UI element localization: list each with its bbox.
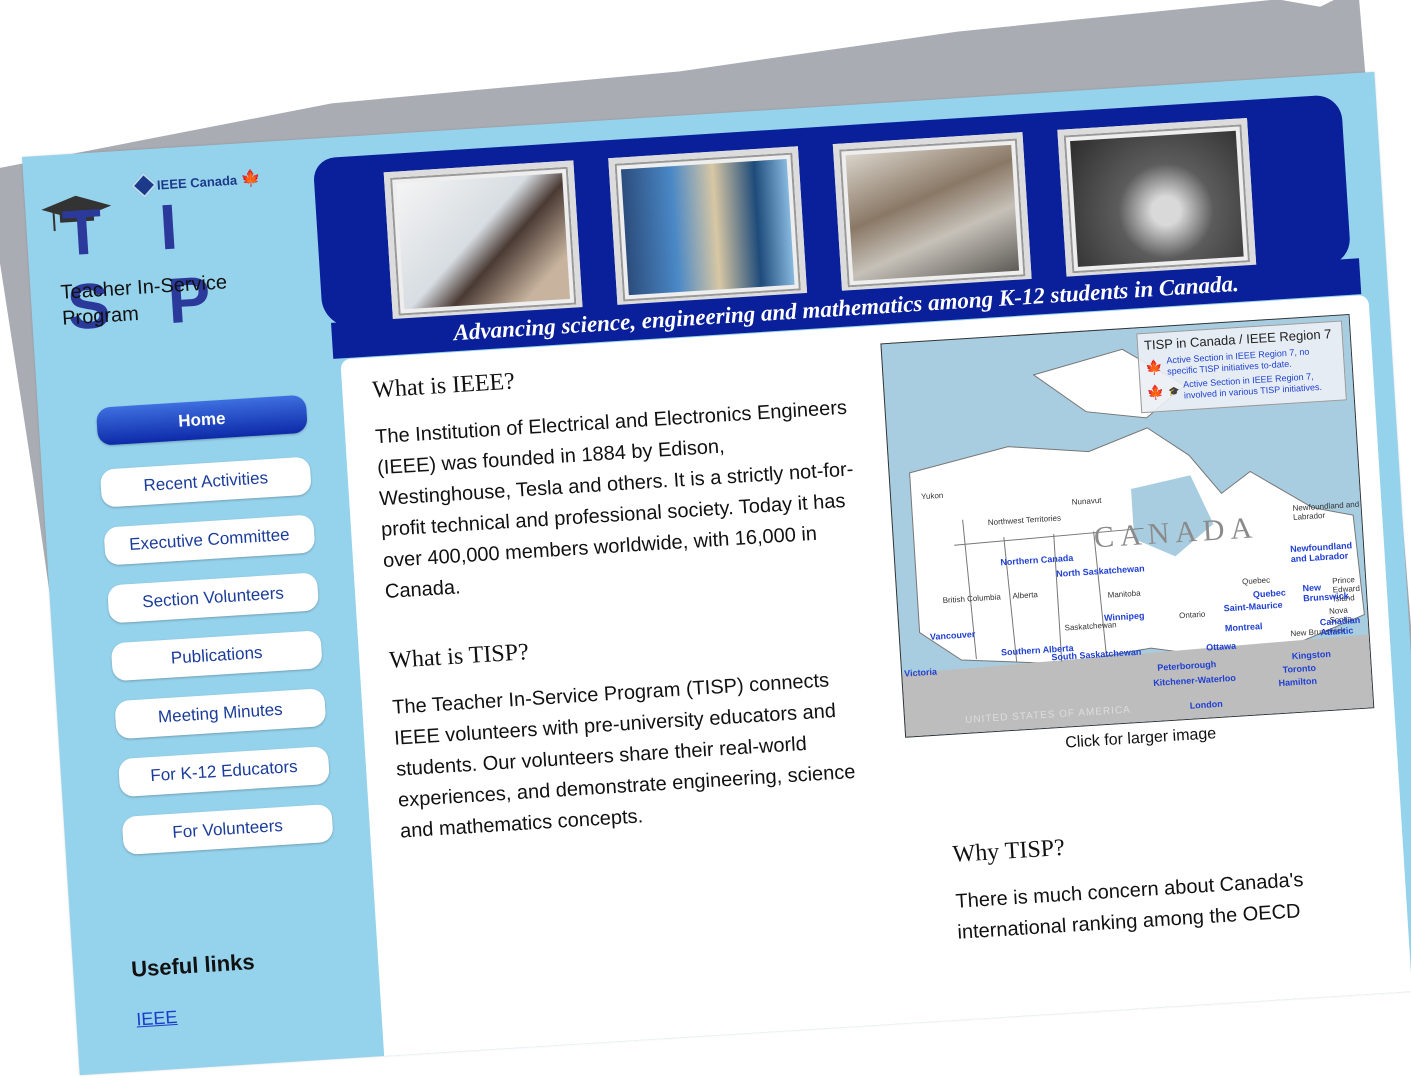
prov-quebec: Quebec [1241,575,1271,587]
nav-section-volunteers[interactable]: Section Volunteers [107,572,320,624]
nav-home[interactable]: Home [95,394,308,446]
left-column: What is IEEE? The Institution of Electri… [372,347,883,887]
main-nav: Home Recent Activities Executive Committ… [95,394,335,875]
city-ottawa: Ottawa [1205,640,1237,653]
main-content: What is IEEE? The Institution of Electri… [340,294,1411,1076]
prov-nunavut: Nunavut [1071,495,1102,507]
why-heading: Why TISP? [951,834,1066,868]
web-page: IEEE Canada 🍁 T I S P Teacher In-Service… [22,71,1411,1076]
banner-photo-telescope [383,160,583,323]
prov-alberta: Alberta [1012,590,1039,601]
mortarboard-icon: 🎓 [1168,385,1180,396]
useful-links-heading: Useful links [130,949,256,982]
why-paragraph: There is much concern about Canada's int… [954,868,1305,944]
city-victoria: Victoria [903,666,938,679]
map-legend: TISP in Canada / IEEE Region 7 🍁 Active … [1136,320,1347,414]
ieee-paragraph: The Institution of Electrical and Electr… [374,396,854,604]
city-toronto: Toronto [1282,662,1317,675]
useful-link-ieee[interactable]: IEEE [136,1007,178,1031]
city-london: London [1189,698,1224,711]
tisp-paragraph: The Teacher In-Service Program (TISP) co… [391,669,857,843]
city-quebec: Quebec [1252,587,1287,600]
tisp-logo[interactable]: IEEE Canada 🍁 T I S P [39,160,295,343]
maple-leaf-icon: 🍁 [1146,383,1165,401]
nav-meeting-minutes[interactable]: Meeting Minutes [114,688,327,740]
canada-map-image[interactable]: CANADA UNITED STATES OF AMERICA Yukon No… [880,313,1375,738]
city-new-brunswick: New Brunswick [1302,582,1349,604]
maple-leaf-icon: 🍁 [1144,358,1164,376]
nav-publications[interactable]: Publications [110,630,323,682]
subtitle-line2: Program [61,302,140,330]
city-canadian-atlantic: Canadian Atlantic [1319,614,1361,638]
banner-photo-classroom [832,132,1032,294]
prov-ontario: Ontario [1178,609,1206,621]
nav-for-volunteers[interactable]: For Volunteers [121,803,334,855]
nav-executive-committee[interactable]: Executive Committee [103,514,316,566]
nav-recent-activities[interactable]: Recent Activities [99,456,312,508]
prov-yukon: Yukon [920,490,944,502]
right-column: Why TISP? There is much concern about Ca… [952,816,1380,989]
nav-k12-educators[interactable]: For K-12 Educators [117,745,330,798]
banner-photo-circuit [1057,118,1257,280]
banner-photo-students-certificates [608,146,808,308]
